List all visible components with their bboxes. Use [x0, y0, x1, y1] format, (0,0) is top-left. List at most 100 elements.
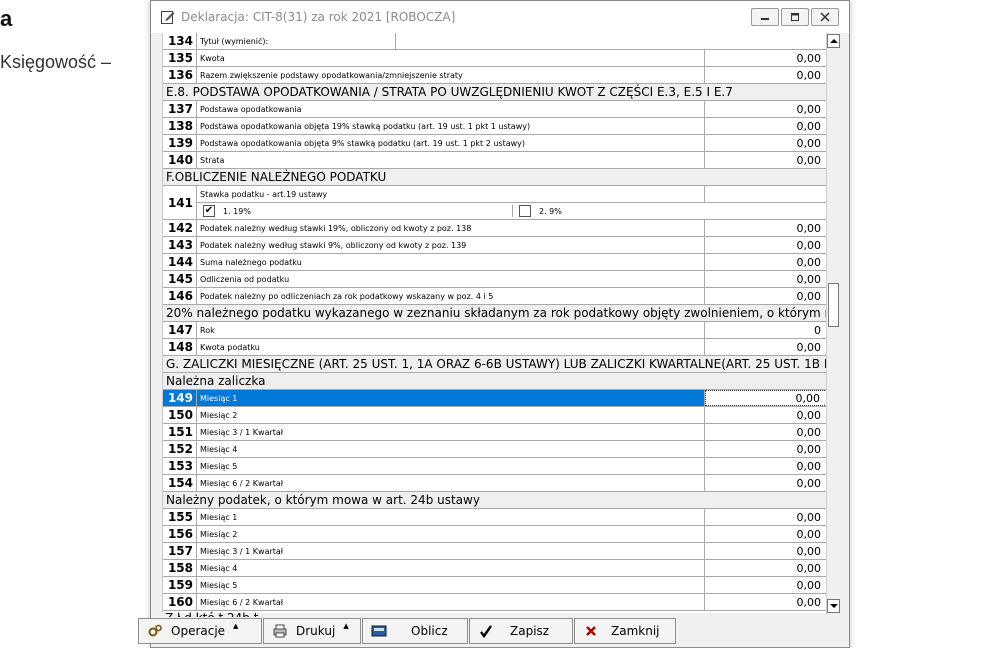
rate-9-checkbox[interactable] — [519, 205, 531, 217]
row-number: 144 — [163, 254, 197, 270]
table-row[interactable]: 136 Razem zwiększenie podstawy opodatkow… — [163, 67, 826, 84]
row-value-field[interactable]: 0,00 — [705, 390, 826, 406]
row-number: 154 — [163, 475, 197, 491]
table-row-tax-rate[interactable]: 141 Stawka podatku - art.19 ustawy ✔ 1. … — [163, 186, 826, 220]
row-value-field[interactable]: 0,00 — [705, 424, 826, 440]
table-row[interactable]: 154 Miesiąc 6 / 2 Kwartał 0,00 — [163, 475, 826, 492]
table-row[interactable]: 144 Suma należnego podatku 0,00 — [163, 254, 826, 271]
row-value-field[interactable]: 0,00 — [705, 441, 826, 457]
title-bar[interactable]: Deklaracja: CIT-8(31) za rok 2021 [ROBOC… — [151, 1, 849, 33]
row-number: 140 — [163, 152, 197, 168]
row-value-field[interactable]: 0,00 — [705, 101, 826, 117]
operations-button[interactable]: Operacje ▲ — [138, 618, 262, 644]
row-value-field[interactable]: 0,00 — [705, 67, 826, 83]
calculate-button[interactable]: Oblicz — [362, 618, 468, 644]
close-x-icon — [583, 623, 599, 639]
declaration-grid[interactable]: 134 Tytuł (wymienić): 135 Kwota 0,00 136… — [162, 33, 826, 613]
rate-19-checkbox[interactable]: ✔ — [203, 205, 215, 217]
table-row[interactable]: 159 Miesiąc 5 0,00 — [163, 577, 826, 594]
row-number: 158 — [163, 560, 197, 576]
print-button[interactable]: Drukuj ▲ — [263, 618, 361, 644]
row-value-field[interactable]: 0,00 — [705, 458, 826, 474]
table-row[interactable]: 148 Kwota podatku 0,00 — [163, 339, 826, 356]
table-row[interactable]: 152 Miesiąc 4 0,00 — [163, 441, 826, 458]
section-title: 20% należnego podatku wykazanego w zezna… — [166, 306, 826, 320]
row-label: Miesiąc 1 — [197, 509, 705, 525]
row-label: Miesiąc 5 — [197, 577, 705, 593]
table-row[interactable]: 142 Podatek należny według stawki 19%, o… — [163, 220, 826, 237]
table-row[interactable]: 140 Strata 0,00 — [163, 152, 826, 169]
row-value-field[interactable]: 0,00 — [705, 475, 826, 491]
row-value-field[interactable]: 0,00 — [705, 594, 826, 610]
declaration-window: Deklaracja: CIT-8(31) za rok 2021 [ROBOC… — [150, 0, 850, 648]
table-row[interactable]: 156 Miesiąc 2 0,00 — [163, 526, 826, 543]
row-value-field[interactable]: 0,00 — [705, 288, 826, 304]
checkmark-icon — [478, 623, 494, 639]
table-row[interactable]: 145 Odliczenia od podatku 0,00 — [163, 271, 826, 288]
row-value-field[interactable]: 0,00 — [705, 271, 826, 287]
close-button[interactable] — [811, 8, 839, 26]
section-header-g: G. ZALICZKI MIESIĘCZNE (ART. 25 UST. 1, … — [163, 356, 826, 373]
scroll-down-arrow[interactable] — [827, 599, 840, 613]
table-row[interactable]: 155 Miesiąc 1 0,00 — [163, 509, 826, 526]
table-row[interactable]: 134 Tytuł (wymienić): — [163, 33, 826, 50]
rate-19-option[interactable]: ✔ 1. 19% — [197, 205, 512, 217]
close-window-button[interactable]: Zamknij — [574, 618, 676, 644]
table-row[interactable]: 143 Podatek należny według stawki 9%, ob… — [163, 237, 826, 254]
table-row[interactable]: 138 Podstawa opodatkowania objęta 19% st… — [163, 118, 826, 135]
row-number: 159 — [163, 577, 197, 593]
table-row[interactable]: 150 Miesiąc 2 0,00 — [163, 407, 826, 424]
row-number: 145 — [163, 271, 197, 287]
table-row[interactable]: 153 Miesiąc 5 0,00 — [163, 458, 826, 475]
row-value-field[interactable]: 0,00 — [705, 407, 826, 423]
table-row[interactable]: 157 Miesiąc 3 / 1 Kwartał 0,00 — [163, 543, 826, 560]
table-row[interactable]: 160 Miesiąc 6 / 2 Kwartał 0,00 — [163, 594, 826, 611]
scrollbar-thumb[interactable] — [828, 283, 839, 327]
table-row[interactable]: 158 Miesiąc 4 0,00 — [163, 560, 826, 577]
maximize-button[interactable] — [781, 8, 809, 26]
table-row[interactable]: 147 Rok 0 — [163, 322, 826, 339]
row-number: 155 — [163, 509, 197, 525]
row-label: Suma należnego podatku — [197, 254, 705, 270]
scroll-up-arrow[interactable] — [827, 34, 840, 48]
table-row[interactable]: 137 Podstawa opodatkowania 0,00 — [163, 101, 826, 118]
row-value-field[interactable]: 0,00 — [705, 152, 826, 168]
caret-up-icon: ▲ — [233, 622, 239, 630]
row-value-field[interactable]: 0,00 — [705, 237, 826, 253]
vertical-scrollbar[interactable] — [826, 33, 840, 615]
table-row[interactable]: 146 Podatek należny po odliczeniach za r… — [163, 288, 826, 305]
minimize-button[interactable] — [751, 8, 779, 26]
row-value-field[interactable] — [396, 33, 826, 49]
rate-9-option[interactable]: 2. 9% — [512, 205, 826, 217]
table-row[interactable]: 139 Podstawa opodatkowania objęta 9% sta… — [163, 135, 826, 152]
row-value-field[interactable]: 0,00 — [705, 118, 826, 134]
row-number: 148 — [163, 339, 197, 355]
calculate-label: Oblicz — [411, 624, 448, 638]
row-value-field[interactable]: 0,00 — [705, 339, 826, 355]
row-value-field[interactable]: 0,00 — [705, 135, 826, 151]
row-value-field[interactable]: 0,00 — [705, 254, 826, 270]
save-button[interactable]: Zapisz — [469, 618, 573, 644]
row-value-field[interactable]: 0,00 — [705, 509, 826, 525]
row-label: Miesiąc 2 — [197, 407, 705, 423]
row-value-field[interactable]: 0,00 — [705, 50, 826, 66]
table-row[interactable]: 135 Kwota 0,00 — [163, 50, 826, 67]
table-row[interactable]: 151 Miesiąc 3 / 1 Kwartał 0,00 — [163, 424, 826, 441]
row-label: Miesiąc 2 — [197, 526, 705, 542]
table-row-selected[interactable]: 149 Miesiąc 1 0,00 — [163, 390, 826, 407]
row-label: Miesiąc 4 — [197, 441, 705, 457]
row-value-field[interactable] — [705, 186, 826, 202]
section-title: G. ZALICZKI MIESIĘCZNE (ART. 25 UST. 1, … — [166, 357, 826, 371]
row-value-field[interactable]: 0,00 — [705, 577, 826, 593]
row-label: Strata — [197, 152, 705, 168]
row-value-field[interactable]: 0,00 — [705, 526, 826, 542]
row-label: Miesiąc 3 / 1 Kwartał — [197, 424, 705, 440]
row-label: Stawka podatku - art.19 ustawy — [197, 186, 705, 202]
row-value-field[interactable]: 0,00 — [705, 220, 826, 236]
section-title: E.8. PODSTAWA OPODATKOWANIA / STRATA PO … — [166, 85, 733, 99]
row-label: Miesiąc 4 — [197, 560, 705, 576]
rate-9-label: 2. 9% — [539, 206, 562, 216]
row-value-field[interactable]: 0 — [705, 322, 826, 338]
row-value-field[interactable]: 0,00 — [705, 560, 826, 576]
row-value-field[interactable]: 0,00 — [705, 543, 826, 559]
